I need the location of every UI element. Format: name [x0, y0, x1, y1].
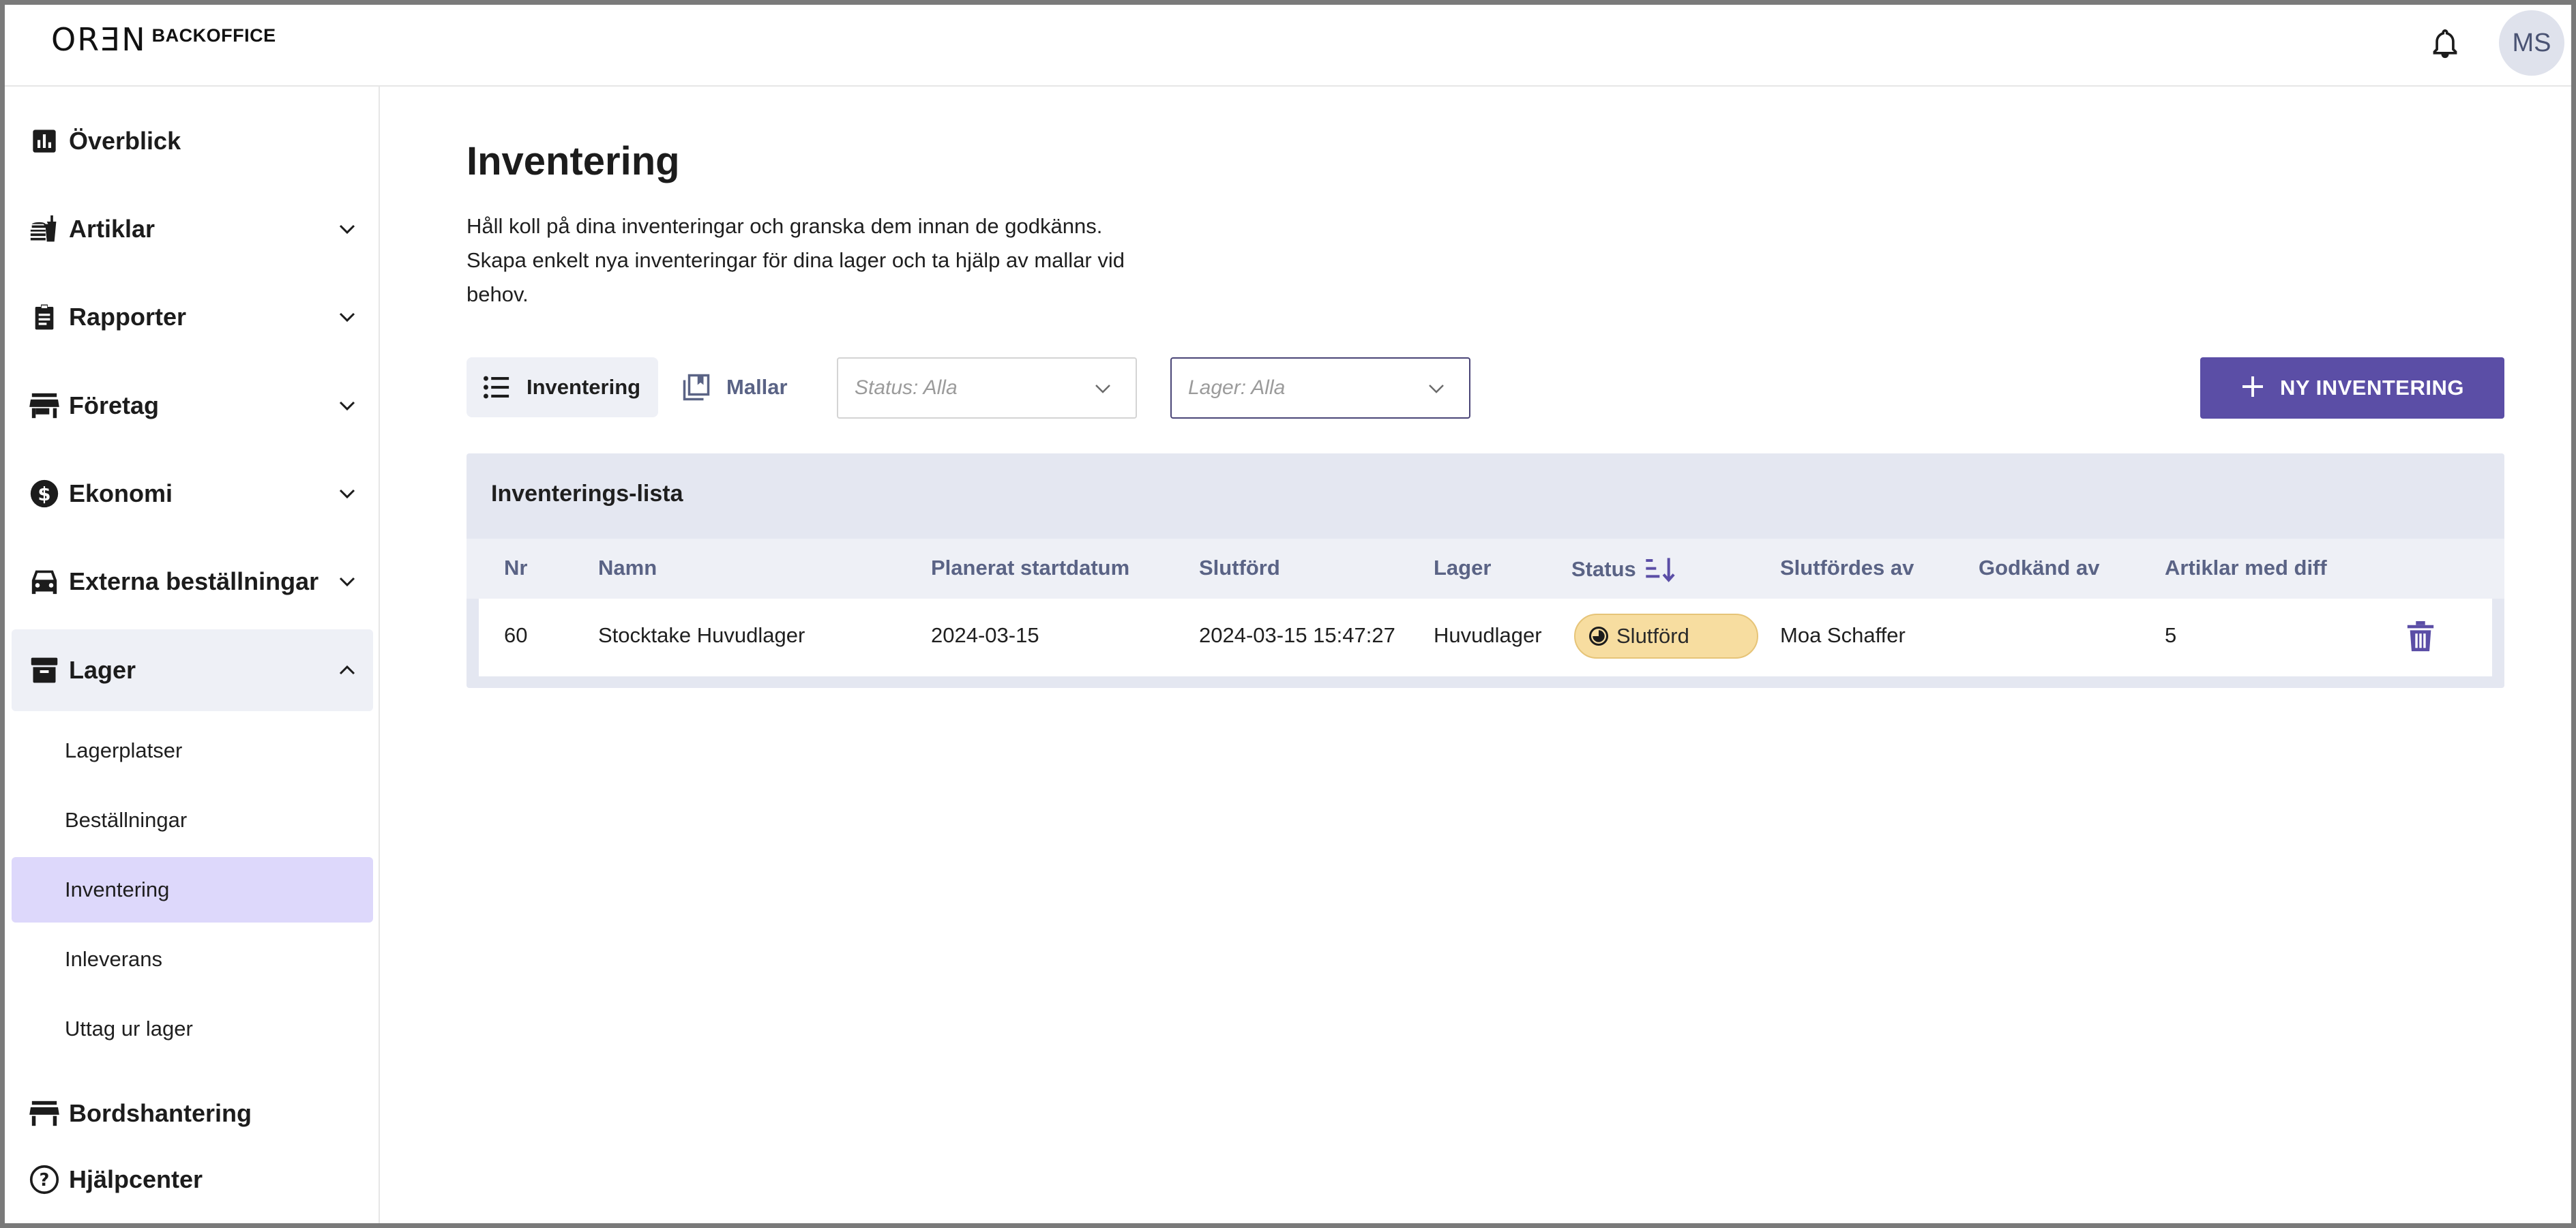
- sidebar-item-label: Artiklar: [69, 215, 156, 243]
- clipboard-icon: [28, 301, 61, 333]
- sidebar-item-label: Ekonomi: [69, 479, 173, 507]
- status-filter-value: Status: Alla: [855, 376, 958, 399]
- page-description: Håll koll på dina inventeringar och gran…: [467, 214, 1125, 306]
- sidebar-item-overblick[interactable]: Överblick: [12, 100, 373, 182]
- sidebar-item-label: Lager: [69, 656, 136, 684]
- cell-nr: 60: [504, 623, 528, 647]
- new-inventory-button-label: NY INVENTERING: [2280, 376, 2464, 400]
- sidebar-subitem-inventering[interactable]: Inventering: [12, 857, 373, 923]
- cell-artiklar-med-diff: 5: [2165, 623, 2177, 647]
- tab-label: Inventering: [527, 375, 641, 399]
- cell-planerat-startdatum: 2024-03-15: [931, 623, 1039, 647]
- svg-text:?: ?: [40, 1170, 50, 1190]
- store-icon: [28, 389, 61, 422]
- chevron-down-icon: [331, 477, 364, 510]
- new-inventory-button[interactable]: NY INVENTERING: [2200, 357, 2504, 419]
- sidebar-item-label: Externa beställningar: [69, 567, 319, 595]
- sidebar-subitem-lagerplatser[interactable]: Lagerplatser: [12, 718, 373, 783]
- status-filter-select[interactable]: Status: Alla: [837, 357, 1137, 419]
- sidebar-subitem-bestallningar[interactable]: Beställningar: [12, 788, 373, 853]
- table-icon: [28, 1097, 61, 1130]
- lager-filter-select[interactable]: Lager: Alla: [1170, 357, 1470, 419]
- chevron-down-icon: [331, 565, 364, 598]
- column-header-planerat-startdatum[interactable]: Planerat startdatum: [931, 556, 1129, 580]
- column-header-lager[interactable]: Lager: [1434, 556, 1491, 580]
- templates-icon: [680, 371, 713, 404]
- sort-descending-icon[interactable]: [1644, 556, 1677, 583]
- column-header-artiklar-med-diff[interactable]: Artiklar med diff: [2165, 556, 2327, 580]
- sidebar-item-ekonomi[interactable]: $ Ekonomi: [12, 453, 373, 535]
- card-title: Inventerings-lista: [491, 481, 683, 507]
- sidebar: Överblick Artiklar Rapporter Företag $ E…: [5, 87, 380, 1223]
- tab-label: Mallar: [726, 375, 788, 399]
- chevron-down-icon: [1088, 374, 1118, 404]
- chevron-down-icon: [331, 389, 364, 422]
- column-header-godkand-av[interactable]: Godkänd av: [1979, 556, 2099, 580]
- status-badge-label: Slutförd: [1616, 624, 1689, 648]
- sidebar-item-label: Bordshantering: [69, 1099, 252, 1127]
- car-icon: [28, 565, 61, 598]
- inventory-list-card: Inventerings-lista Nr Namn Planerat star…: [467, 453, 2504, 688]
- sidebar-item-rapporter[interactable]: Rapporter: [12, 276, 373, 358]
- dollar-icon: $: [28, 477, 61, 510]
- tab-inventering[interactable]: Inventering: [467, 357, 659, 417]
- sidebar-item-foretag[interactable]: Företag: [12, 365, 373, 447]
- cell-slutford: 2024-03-15 15:47:27: [1199, 623, 1395, 647]
- column-header-namn[interactable]: Namn: [598, 556, 657, 580]
- sidebar-item-lager[interactable]: Lager: [12, 629, 373, 711]
- sidebar-item-label: Hjälpcenter: [69, 1165, 203, 1193]
- svg-text:$: $: [38, 483, 50, 505]
- sidebar-item-hjalpcenter[interactable]: ? Hjälpcenter: [12, 1139, 373, 1220]
- page-title: Inventering: [467, 139, 680, 183]
- cell-namn: Stocktake Huvudlager: [598, 623, 805, 647]
- chevron-down-icon: [331, 213, 364, 245]
- sidebar-subitem-label: Inventering: [65, 878, 170, 901]
- logo-mark: ORƎN: [51, 21, 147, 58]
- cell-lager: Huvudlager: [1434, 623, 1542, 647]
- sidebar-item-label: Överblick: [69, 127, 181, 155]
- archive-icon: [28, 654, 61, 687]
- tab-mallar[interactable]: Mallar: [666, 357, 805, 417]
- sidebar-subitem-uttag-ur-lager[interactable]: Uttag ur lager: [12, 996, 373, 1062]
- logo-text: BACKOFFICE: [151, 25, 276, 46]
- food-icon: [28, 213, 61, 245]
- sidebar-subitem-label: Uttag ur lager: [65, 1017, 193, 1040]
- cell-slutfordes-av: Moa Schaffer: [1780, 623, 1906, 647]
- sidebar-item-artiklar[interactable]: Artiklar: [12, 188, 373, 270]
- sidebar-item-externa-bestallningar[interactable]: Externa beställningar: [12, 541, 373, 623]
- progress-circle-icon: [1588, 625, 1610, 647]
- column-header-slutford[interactable]: Slutförd: [1199, 556, 1280, 580]
- list-icon: [480, 371, 513, 404]
- logo[interactable]: ORƎN BACKOFFICE: [51, 23, 276, 57]
- status-badge: Slutförd: [1574, 614, 1758, 659]
- sidebar-item-label: Företag: [69, 391, 160, 419]
- top-bar: ORƎN BACKOFFICE MS: [5, 5, 2571, 87]
- help-icon: ?: [28, 1163, 61, 1196]
- table-header: Nr Namn Planerat startdatum Slutförd Lag…: [467, 539, 2504, 599]
- trash-icon[interactable]: [2403, 619, 2438, 655]
- chevron-up-icon: [331, 654, 364, 687]
- sidebar-item-label: Rapporter: [69, 303, 187, 331]
- chevron-down-icon: [1421, 374, 1451, 404]
- chevron-down-icon: [331, 301, 364, 333]
- bell-icon[interactable]: [2426, 25, 2464, 63]
- column-header-slutfordes-av[interactable]: Slutfördes av: [1780, 556, 1914, 580]
- main-content: Inventering Håll koll på dina inventerin…: [380, 87, 2571, 1223]
- plus-icon: [2240, 374, 2265, 402]
- lager-filter-value: Lager: Alla: [1188, 376, 1286, 399]
- sidebar-subitem-label: Inleverans: [65, 947, 163, 971]
- column-header-status-label: Status: [1571, 557, 1636, 581]
- app-window: ORƎN BACKOFFICE MS Överblick Artiklar Ra…: [5, 5, 2571, 1223]
- sidebar-subitem-inleverans[interactable]: Inleverans: [12, 927, 373, 992]
- avatar[interactable]: MS: [2499, 10, 2564, 76]
- sidebar-subitem-label: Beställningar: [65, 808, 188, 832]
- column-header-nr[interactable]: Nr: [504, 556, 527, 580]
- table-row[interactable]: 60 Stocktake Huvudlager 2024-03-15 2024-…: [479, 599, 2492, 676]
- sidebar-subitem-label: Lagerplatser: [65, 738, 183, 762]
- column-header-status[interactable]: Status: [1571, 556, 1677, 583]
- bar-chart-icon: [28, 125, 61, 158]
